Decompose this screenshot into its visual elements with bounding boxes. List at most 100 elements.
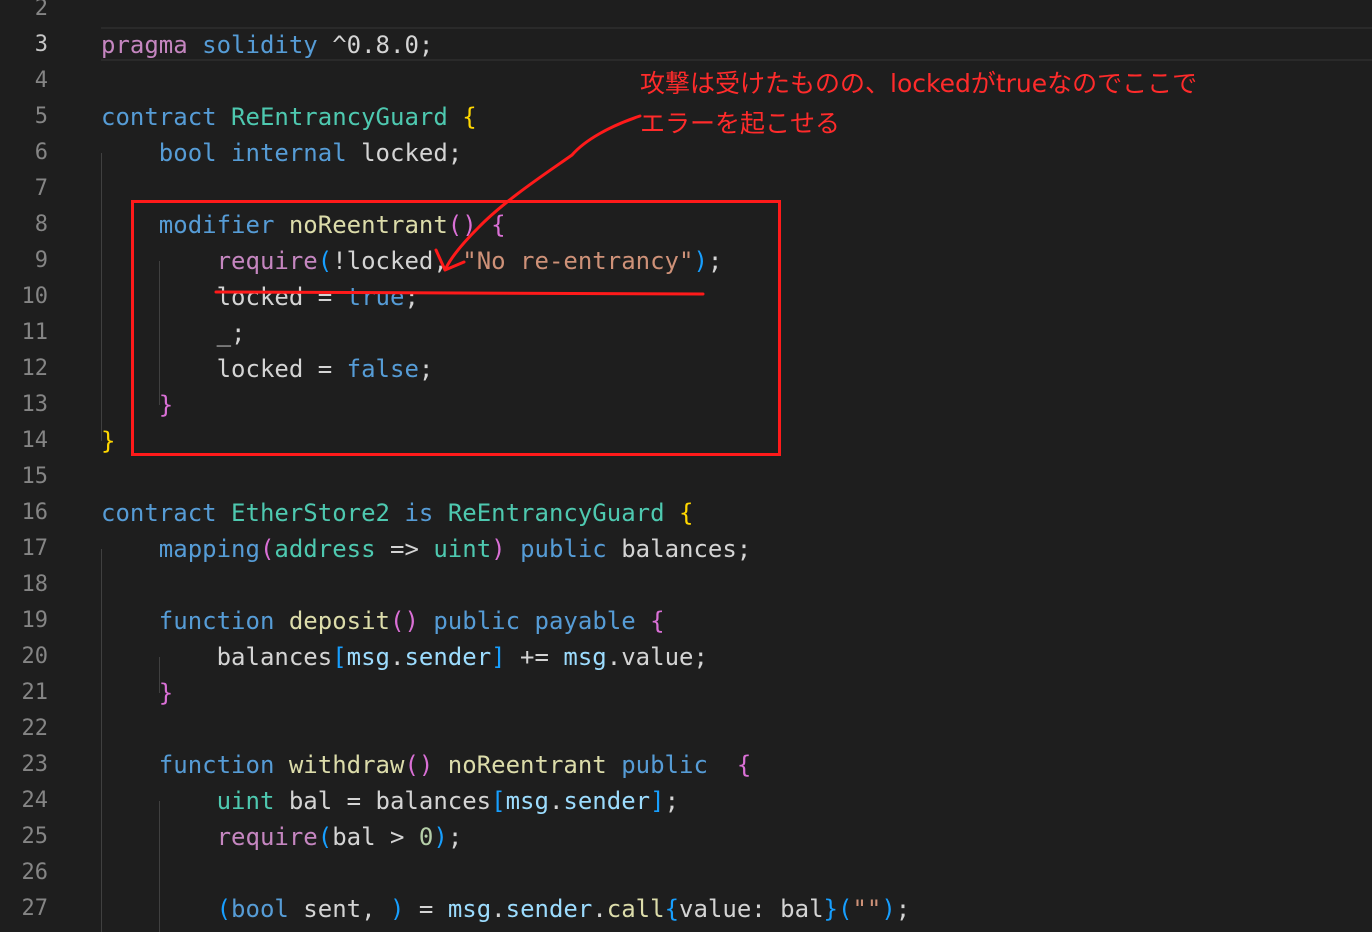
line-code[interactable]: contract ReEntrancyGuard { [101,99,477,135]
code-token: is [404,499,434,527]
code-token: ; [664,787,680,815]
code-token: ( [317,823,333,851]
line-code[interactable]: bool internal locked; [101,135,462,171]
code-line[interactable]: 19 function deposit() public payable { [0,603,1372,639]
line-code[interactable]: contract EtherStore2 is ReEntrancyGuard … [101,495,693,531]
code-token: payable [534,607,636,635]
code-token: "" [852,895,882,923]
line-number: 13 [21,392,49,417]
code-token: . [390,643,405,671]
indent-guide [101,549,102,932]
code-token: . [491,895,506,923]
code-token: uint [433,535,492,563]
code-token: ( [216,895,232,923]
line-code[interactable]: function withdraw() noReentrant public { [101,747,751,783]
code-token: bal = balances [274,787,492,815]
line-number: 20 [21,644,49,669]
code-line[interactable]: 24 uint bal = balances[msg.sender]; [0,783,1372,819]
code-token: => [375,535,434,563]
line-number: 10 [21,284,49,309]
code-token: uint [216,787,275,815]
code-token: balances [101,643,333,671]
line-code[interactable]: uint bal = balances[msg.sender]; [101,783,679,819]
code-token: ; [447,823,463,851]
line-code[interactable]: (bool sent, ) = msg.sender.call{value: b… [101,891,911,927]
code-token: EtherStore2 [231,499,390,527]
code-token: value: bal [679,895,824,923]
line-code[interactable]: balances[msg.sender] += msg.value; [101,639,708,675]
line-number: 11 [21,320,49,345]
code-token: { [736,751,752,779]
code-line[interactable]: 27 (bool sent, ) = msg.sender.call{value… [0,891,1372,927]
line-code[interactable]: pragma solidity ^0.8.0; [101,27,433,63]
code-line[interactable]: 16 contract EtherStore2 is ReEntrancyGuar… [0,495,1372,531]
code-token: [ [332,643,347,671]
code-line[interactable]: 17 mapping(address => uint) public balan… [0,531,1372,567]
code-token: { [650,607,665,635]
code-token: ReEntrancyGuard [231,103,448,131]
annotation-note: 攻撃は受けたものの、lockedがtrueなのでここで エラーを起こせる [640,64,1300,144]
line-code[interactable]: function deposit() public payable { [101,603,665,639]
code-token: ) [881,895,896,923]
line-number: 27 [21,896,49,921]
code-line[interactable]: 26 [0,855,1372,891]
line-number: 6 [34,140,48,165]
indent-guide [101,153,102,441]
line-number: 24 [21,788,49,813]
code-line[interactable]: 21 } [0,675,1372,711]
code-token: function [158,751,275,779]
line-number: 22 [21,716,49,741]
code-line[interactable]: 15 [0,459,1372,495]
code-line[interactable]: 22 [0,711,1372,747]
code-token: += [505,643,564,671]
code-token: solidity [202,31,318,59]
code-token: } [823,895,838,923]
line-code[interactable]: } [101,423,115,459]
code-line[interactable]: 20 balances[msg.sender] += msg.value; [0,639,1372,675]
line-number: 8 [34,212,48,237]
code-token: balances; [606,535,752,563]
code-token: contract [101,103,217,131]
code-line[interactable]: 18 [0,567,1372,603]
line-code[interactable]: mapping(address => uint) public balances… [101,531,751,567]
code-token: . [592,895,607,923]
code-line[interactable]: 3 pragma solidity ^0.8.0; [0,27,1372,63]
line-number: 26 [21,860,49,885]
line-code[interactable]: require(bal > 0); [101,819,463,855]
code-token: ] [491,643,506,671]
code-token: locked; [346,139,463,167]
code-token: { [679,499,694,527]
annotation-highlight-box [131,200,781,456]
code-token: () [390,607,419,635]
code-line[interactable]: 23 function withdraw() noReentrant publi… [0,747,1372,783]
line-number: 3 [34,32,48,57]
line-code[interactable]: } [101,675,173,711]
code-token: internal [231,139,347,167]
code-token: .value; [606,643,708,671]
line-number: 18 [21,572,49,597]
code-token: ( [259,535,275,563]
code-line[interactable]: 2 [0,0,1372,27]
annotation-note-line1: 攻撃は受けたものの、lockedがtrueなのでここで [640,69,1198,98]
code-token: sender [404,643,492,671]
code-line[interactable]: 25 require(bal > 0); [0,819,1372,855]
line-number: 21 [21,680,49,705]
line-number: 12 [21,356,49,381]
code-token: { [664,895,680,923]
